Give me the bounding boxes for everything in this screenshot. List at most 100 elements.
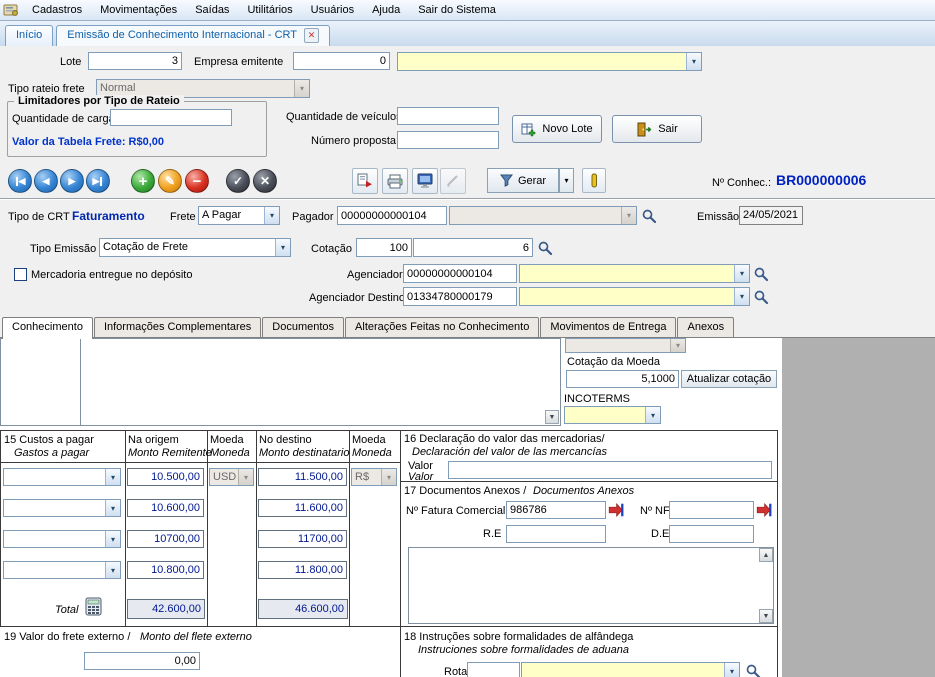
close-icon[interactable]: ✕ [304,28,319,43]
funnel-icon [500,174,513,187]
gerar-button[interactable]: Gerar [487,168,559,193]
cost-type-combo-row1[interactable]: ▾ [3,468,121,486]
cost-dest-row1[interactable]: 11.500,00 [258,468,347,486]
empresa-emitente-input[interactable] [293,52,390,70]
pagador-input[interactable] [337,206,447,225]
agenciador-search-icon[interactable] [753,266,769,282]
agenciador-input[interactable] [403,264,517,283]
incoterms-combo-value [565,407,645,423]
qtd-veiculos-input[interactable] [397,107,499,125]
lote-input[interactable] [88,52,182,70]
notes-scroll-down-button[interactable]: ▼ [759,609,773,623]
fatura-comercial-label: Nº Fatura Comercial [406,505,505,517]
tab-conhecimento[interactable]: Conhecimento [2,317,93,339]
menu-ajuda[interactable]: Ajuda [363,1,409,19]
tab-anexos[interactable]: Anexos [677,317,734,337]
cost-origin-row2[interactable]: 10.600,00 [127,499,204,517]
sair-button[interactable]: Sair [612,115,702,143]
delete-record-button[interactable]: − [185,169,209,193]
cotacao-moeda-input[interactable] [566,370,679,388]
last-record-button[interactable]: ▶ [86,169,110,193]
qtd-cargas-input[interactable] [110,109,232,126]
exit-door-icon [636,122,652,137]
notes-scroll-up-button[interactable]: ▲ [759,548,773,562]
cost-origin-row1[interactable]: 10.500,00 [127,468,204,486]
declaracao-valor-sublabel: Valor [408,471,433,483]
cotacao-seq-input[interactable] [413,238,533,257]
agenciador-destino-input[interactable] [403,287,517,306]
agenciador-destino-search-icon[interactable] [753,289,769,305]
menu-movimentacoes[interactable]: Movimentações [91,1,186,19]
frete-externo-subtitle: Monto del flete externo [140,631,252,643]
nf-input[interactable] [669,501,754,519]
tab-crt[interactable]: Emissão de Conhecimento Internacional - … [56,25,330,46]
pagador-search-icon[interactable] [641,208,657,224]
novo-lote-button[interactable]: Novo Lote [512,115,602,143]
fatura-insert-icon[interactable] [608,501,624,522]
rota-search-icon[interactable] [745,663,761,677]
edit-record-button[interactable]: ✎ [158,169,182,193]
cost-dest-row3[interactable]: 11700,00 [258,530,347,548]
chevron-down-icon: ▾ [670,339,685,352]
previous-record-button[interactable]: ◀ [34,169,58,193]
frete-externo-input[interactable] [84,652,200,670]
cost-type-combo-row3[interactable]: ▾ [3,530,121,548]
documentos-notes-textarea[interactable] [408,547,774,624]
form-background [782,337,935,677]
gerar-dropdown-button[interactable]: ▾ [559,168,574,193]
tab-movimentos-entrega[interactable]: Movimentos de Entrega [540,317,676,337]
cotacao-num-input[interactable] [356,238,412,257]
cost-type-combo-row2[interactable]: ▾ [3,499,121,517]
mercadoria-checkbox[interactable] [14,268,27,281]
calculator-icon[interactable] [84,597,104,620]
menu-sair-do-sistema[interactable]: Sair do Sistema [409,1,505,19]
first-record-button[interactable]: ◀ [8,169,32,193]
confirm-button[interactable]: ✓ [226,169,250,193]
incoterms-combo[interactable]: ▾ [564,406,661,424]
empresa-emitente-combo[interactable]: ▾ [397,52,702,71]
column-tool-button[interactable] [582,168,606,193]
emissao-date-field[interactable]: 24/05/2021 [739,206,803,225]
cotacao-search-icon[interactable] [537,240,553,256]
total-dest-value: 46.600,00 [258,599,348,619]
add-record-button[interactable]: + [131,169,155,193]
upper-panel-divider [80,338,81,426]
cost-dest-row2[interactable]: 11.600,00 [258,499,347,517]
de-input[interactable] [669,525,754,543]
menu-saidas[interactable]: Saídas [186,1,238,19]
tipo-emissao-combo[interactable]: Cotação de Frete ▾ [99,238,291,257]
cancel-button[interactable]: ✕ [253,169,277,193]
cost-type-combo-row4[interactable]: ▾ [3,561,121,579]
menu-usuarios[interactable]: Usuários [302,1,363,19]
fatura-comercial-input[interactable] [506,501,606,519]
tab-documentos[interactable]: Documentos [262,317,344,337]
preview-screen-button[interactable] [412,168,438,194]
tab-inicio[interactable]: Início [5,25,53,46]
rota-input[interactable] [467,662,520,677]
agenciador-destino-combo[interactable]: ▾ [519,287,750,306]
rota-combo[interactable]: ▾ [521,662,740,677]
menu-utilitarios[interactable]: Utilitários [238,1,301,19]
tab-informacoes-complementares[interactable]: Informações Complementares [94,317,261,337]
moeda-combo-value [566,339,670,352]
re-input[interactable] [506,525,606,543]
agenciador-combo-value [520,265,734,282]
next-record-button[interactable]: ▶ [60,169,84,193]
menu-cadastros[interactable]: Cadastros [23,1,91,19]
print-document-button[interactable] [352,168,378,194]
previous-record-icon: ◀ [43,176,50,187]
chevron-down-icon: ▾ [275,239,290,256]
frete-combo[interactable]: A Pagar ▾ [198,206,280,225]
cost-dest-row4[interactable]: 11.800,00 [258,561,347,579]
scroll-down-button[interactable]: ▼ [545,410,559,424]
declaracao-valor-input[interactable] [448,461,772,479]
printer-button[interactable] [382,168,408,194]
scroll-down-icon: ▼ [763,613,770,620]
nf-insert-icon[interactable] [756,501,772,522]
cost-origin-row4[interactable]: 10.800,00 [127,561,204,579]
cost-origin-row3[interactable]: 10700,00 [127,530,204,548]
num-proposta-input[interactable] [397,131,499,149]
agenciador-combo[interactable]: ▾ [519,264,750,283]
tab-alteracoes[interactable]: Alterações Feitas no Conhecimento [345,317,539,337]
atualizar-cotacao-button[interactable]: Atualizar cotação [681,370,777,388]
